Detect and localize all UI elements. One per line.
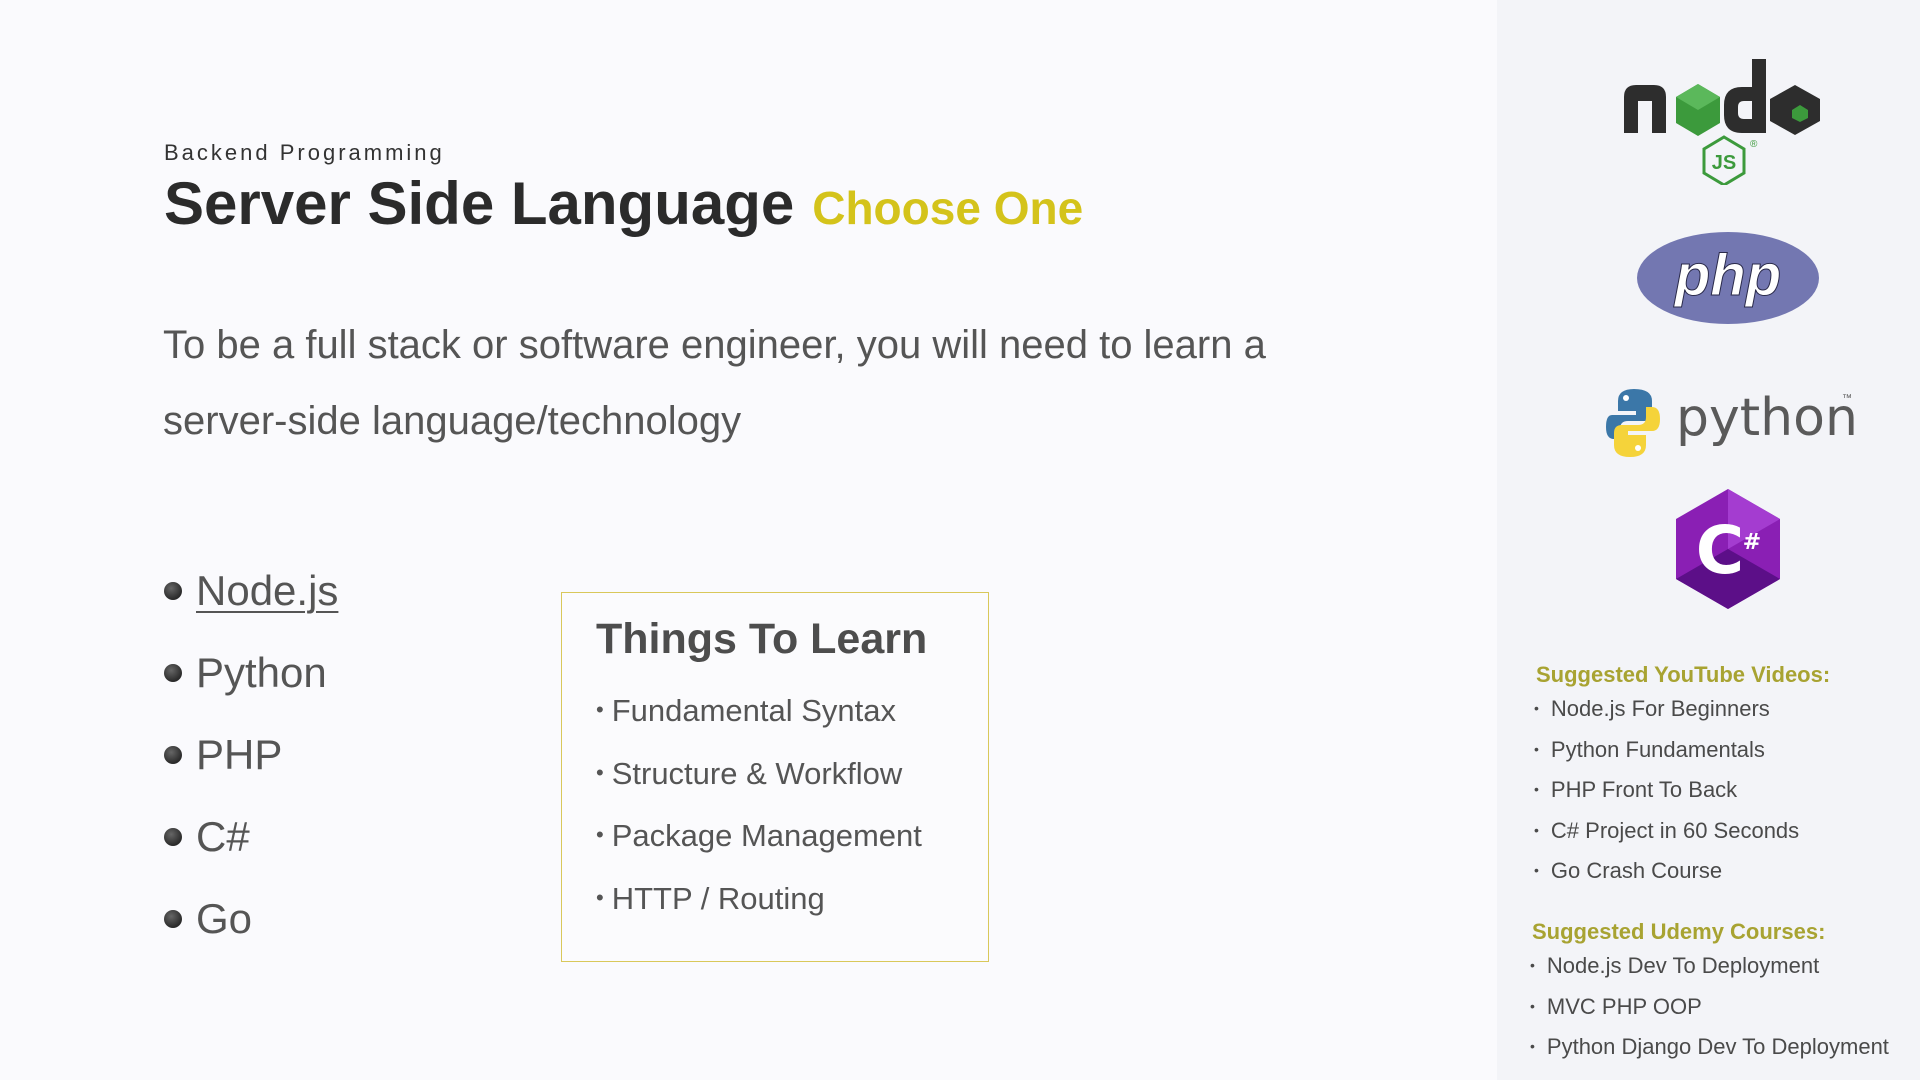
- bullet: •: [1534, 781, 1539, 797]
- youtube-suggestion-item[interactable]: • Go Crash Course: [1534, 858, 1799, 899]
- language-list: Node.js Python PHP C# Go: [164, 550, 338, 960]
- title-accent: Choose One: [812, 182, 1084, 234]
- learn-item: • Structure & Workflow: [596, 756, 922, 819]
- title-main: Server Side Language: [164, 170, 795, 237]
- suggestion-label[interactable]: C# Project in 60 Seconds: [1551, 818, 1799, 843]
- udemy-suggestions-list: • Node.js Dev To Deployment • MVC PHP OOP …: [1530, 953, 1889, 1075]
- language-item-go: Go: [164, 878, 338, 960]
- language-label: Go: [196, 895, 253, 942]
- suggestion-label[interactable]: Node.js Dev To Deployment: [1547, 953, 1819, 978]
- udemy-suggestions-heading: Suggested Udemy Courses:: [1532, 919, 1826, 944]
- python-logo-svg: python ™: [1606, 388, 1854, 457]
- bullet-dot: [164, 664, 182, 682]
- suggestion-label[interactable]: Python Django Dev To Deployment: [1547, 1034, 1889, 1059]
- suggestion-label[interactable]: PHP Front To Back: [1551, 777, 1737, 802]
- udemy-suggestion-item[interactable]: • MVC PHP OOP: [1530, 994, 1889, 1035]
- bullet: •: [1530, 1038, 1535, 1054]
- csharp-letter: C: [1696, 512, 1744, 589]
- udemy-suggestion-item[interactable]: • Node.js Dev To Deployment: [1530, 953, 1889, 994]
- python-blue-eye: [1623, 395, 1629, 401]
- python-yellow-eye: [1635, 445, 1641, 451]
- python-text: python: [1676, 388, 1854, 448]
- bullet: •: [596, 884, 604, 910]
- suggestion-label[interactable]: Python Fundamentals: [1551, 737, 1765, 762]
- intro-text: To be a full stack or software engineer,…: [163, 323, 1266, 443]
- php-logo-svg: php: [1637, 232, 1819, 324]
- php-logo: php: [1636, 231, 1820, 325]
- bullet-dot: [164, 910, 182, 928]
- youtube-suggestion-item[interactable]: • Node.js For Beginners: [1534, 696, 1799, 737]
- learn-item-label: Package Management: [611, 818, 922, 853]
- youtube-suggestion-item[interactable]: • Python Fundamentals: [1534, 737, 1799, 778]
- language-link[interactable]: Node.js: [196, 567, 338, 615]
- python-trademark: ™: [1842, 393, 1852, 404]
- things-to-learn-box: Things To Learn • Fundamental Syntax • Str…: [561, 592, 989, 962]
- udemy-suggestion-item[interactable]: • Python Django Dev To Deployment: [1530, 1034, 1889, 1075]
- bullet: •: [1530, 997, 1535, 1014]
- learn-box-title: Things To Learn: [596, 615, 928, 663]
- language-item-nodejs[interactable]: Node.js: [164, 550, 338, 632]
- node-js-text: JS: [1712, 152, 1736, 174]
- language-item-csharp: C#: [164, 796, 338, 878]
- python-logo: python ™: [1604, 383, 1854, 463]
- language-label: PHP: [196, 731, 283, 778]
- language-label: C#: [196, 813, 250, 860]
- suggestion-label[interactable]: Go Crash Course: [1551, 858, 1722, 883]
- php-text: php: [1673, 243, 1781, 308]
- bullet: •: [1534, 740, 1539, 757]
- slide-title: Server Side Language Choose One: [164, 168, 1083, 249]
- bullet: •: [1534, 821, 1539, 838]
- youtube-suggestion-item[interactable]: • C# Project in 60 Seconds: [1534, 818, 1799, 859]
- bullet: •: [1534, 700, 1539, 716]
- learn-item-label: Fundamental Syntax: [611, 693, 897, 728]
- suggestion-label[interactable]: MVC PHP OOP: [1547, 994, 1702, 1019]
- nodejs-logo: JS ®: [1620, 55, 1830, 185]
- learn-list: • Fundamental Syntax • Structure & Workflo…: [596, 693, 922, 943]
- language-label: Python: [196, 649, 327, 696]
- youtube-suggestion-item[interactable]: • PHP Front To Back: [1534, 777, 1799, 818]
- language-item-php: PHP: [164, 714, 338, 796]
- slide-main: Backend Programming Server Side Language…: [0, 0, 1497, 1080]
- node-registered-mark: ®: [1750, 139, 1758, 150]
- bullet: •: [1534, 862, 1539, 878]
- learn-item-label: Structure & Workflow: [611, 755, 903, 791]
- learn-item: • HTTP / Routing: [596, 881, 922, 944]
- node-letter-n: [1624, 85, 1666, 133]
- csharp-logo-svg: C #: [1676, 489, 1780, 609]
- bullet: •: [596, 759, 604, 785]
- language-item-python: Python: [164, 632, 338, 714]
- python-blue-snake: [1606, 389, 1652, 439]
- suggestion-label[interactable]: Node.js For Beginners: [1551, 696, 1770, 721]
- bullet: •: [596, 697, 604, 722]
- bullet-dot: [164, 746, 182, 764]
- learn-item: • Package Management: [596, 818, 922, 881]
- learn-item: • Fundamental Syntax: [596, 693, 922, 756]
- bullet: •: [596, 822, 604, 847]
- bullet: •: [1530, 957, 1535, 973]
- node-letter-d: [1724, 59, 1766, 133]
- bullet-dot: [164, 828, 182, 846]
- slide-kicker: Backend Programming: [164, 140, 445, 165]
- csharp-logo: C #: [1672, 487, 1784, 611]
- youtube-suggestions-list: • Node.js For Beginners • Python Fundament…: [1534, 696, 1799, 899]
- nodejs-logo-svg: JS ®: [1624, 59, 1820, 185]
- learn-item-label: HTTP / Routing: [611, 880, 825, 916]
- youtube-suggestions-heading: Suggested YouTube Videos:: [1536, 662, 1831, 687]
- csharp-hash: #: [1743, 530, 1761, 555]
- bullet-dot: [164, 582, 182, 600]
